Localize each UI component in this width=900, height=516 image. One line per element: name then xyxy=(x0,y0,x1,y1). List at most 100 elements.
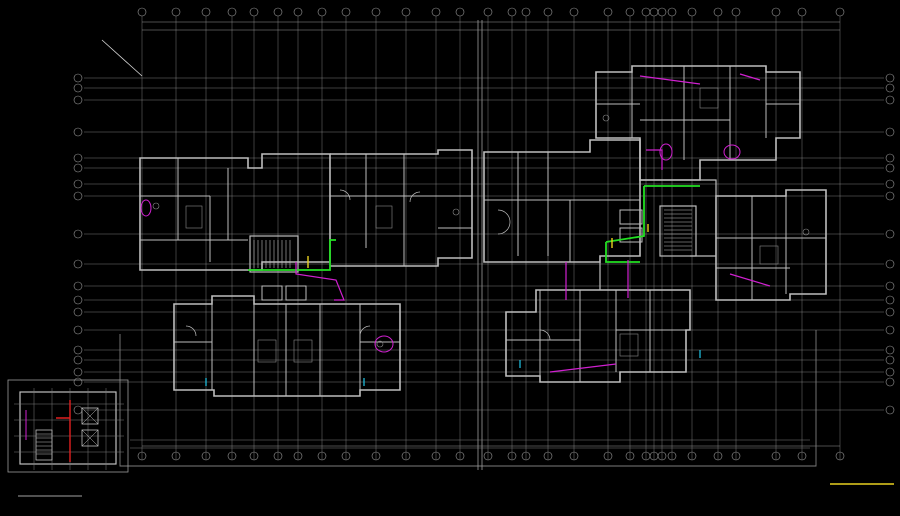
grid-bubble xyxy=(73,281,83,291)
wall-unit-upper-mid-inner xyxy=(330,154,472,266)
grid-bubble xyxy=(73,83,83,93)
inset-key-plan xyxy=(7,379,129,497)
grid-bubble xyxy=(885,229,895,239)
grid-bubble xyxy=(137,7,147,17)
grid-bubble xyxy=(885,405,895,415)
grid-bubble xyxy=(73,153,83,163)
wall-connector-right xyxy=(599,179,717,290)
grid-bubble xyxy=(249,7,259,17)
grid-bubble xyxy=(371,7,381,17)
door-swing xyxy=(359,325,371,337)
grid-bubble xyxy=(797,7,807,17)
grid-bubble xyxy=(885,377,895,387)
pipe-magenta-loop xyxy=(140,199,152,217)
wall-unit-lower-left xyxy=(173,295,401,397)
grid-bubble xyxy=(885,367,895,377)
wall-unit-upper-left xyxy=(139,153,331,271)
grid-bubble xyxy=(73,325,83,335)
grid-bubble xyxy=(885,259,895,269)
wall-unit-right-mid xyxy=(483,139,641,263)
grid-bubble xyxy=(73,191,83,201)
grid-bubble xyxy=(885,83,895,93)
grid-bubble xyxy=(73,367,83,377)
wall-unit-right-top xyxy=(595,65,801,181)
wall-unit-right-mid-inner xyxy=(484,152,640,262)
grid-bubble xyxy=(483,7,493,17)
grid-bubble xyxy=(657,7,667,17)
wall-unit-right-lower xyxy=(505,289,691,383)
grid-bubble xyxy=(317,7,327,17)
door-swing xyxy=(497,221,511,235)
grid-bubble xyxy=(569,7,579,17)
inset-frame-inner xyxy=(19,391,117,465)
grid-bubble xyxy=(885,73,895,83)
grid-bubble xyxy=(885,281,895,291)
door-swing xyxy=(497,209,511,223)
door-swing xyxy=(185,325,197,337)
grid-bubble xyxy=(73,355,83,365)
grid-bubble xyxy=(293,7,303,17)
wall-unit-right-lower-inner xyxy=(506,290,690,382)
stair-treads-right xyxy=(664,209,692,251)
grid-bubble xyxy=(507,7,517,17)
building-walls xyxy=(119,20,827,470)
grid-bubble xyxy=(73,259,83,269)
grid-bubble xyxy=(885,179,895,189)
cad-floor-plan-canvas xyxy=(0,0,900,512)
wall-unit-right-top-inner xyxy=(596,66,800,160)
fixtures xyxy=(152,87,810,363)
grid-bubble xyxy=(713,7,723,17)
grid-bubble xyxy=(543,7,553,17)
grid-bubble xyxy=(73,127,83,137)
door-swings xyxy=(185,189,551,341)
inset-stair-treads xyxy=(36,433,52,455)
door-swing xyxy=(409,191,421,203)
grid-bubble xyxy=(431,7,441,17)
fixture-bed xyxy=(699,87,719,109)
grid-bubble xyxy=(885,295,895,305)
grid-bubble xyxy=(73,307,83,317)
grid-bubble xyxy=(885,95,895,105)
wall-stair-core-right xyxy=(659,205,697,257)
grid-bubble xyxy=(455,7,465,17)
grid-bubble xyxy=(171,7,181,17)
pipe-magenta-loop xyxy=(374,335,394,353)
grid-bubble xyxy=(73,405,83,415)
grid-bubble xyxy=(73,95,83,105)
fixture-bed xyxy=(619,333,639,357)
fixture-toilet xyxy=(152,202,160,210)
grid-bubble xyxy=(885,127,895,137)
fixture-bed xyxy=(257,339,277,363)
fixture-bed xyxy=(293,339,313,363)
grid-bubble xyxy=(73,295,83,305)
grid-bubble xyxy=(73,179,83,189)
fixture-toilet xyxy=(452,208,460,216)
grid-bubble xyxy=(771,7,781,17)
wall-unit-right-wing xyxy=(715,189,827,301)
grid-bubble xyxy=(625,7,635,17)
grid-bubble xyxy=(73,73,83,83)
fixture-bed xyxy=(185,205,203,229)
grid-bubble xyxy=(885,307,895,317)
grid-bubble xyxy=(341,7,351,17)
grid-bubble xyxy=(73,163,83,173)
door-swing xyxy=(339,189,351,201)
grid-bubble xyxy=(885,191,895,201)
pipe-accent-cyan xyxy=(205,350,701,386)
inset-pipe-red xyxy=(56,400,71,462)
grid-bubble xyxy=(201,7,211,17)
grid-bubble xyxy=(227,7,237,17)
fixture-bed xyxy=(759,245,779,265)
pipe-magenta-1 xyxy=(295,262,345,301)
wall-unit-right-wing-inner xyxy=(716,196,826,300)
podium-outline xyxy=(119,330,817,467)
inset-elevator-x xyxy=(81,429,99,447)
grid-bubble xyxy=(885,345,895,355)
leader-line xyxy=(101,39,143,77)
elevator-left xyxy=(261,285,283,301)
pipe-magenta-loop xyxy=(723,144,741,160)
grid-bubble xyxy=(885,355,895,365)
inset-elevator-x xyxy=(81,407,99,425)
grid-bubble xyxy=(603,7,613,17)
grid-bubble xyxy=(885,153,895,163)
